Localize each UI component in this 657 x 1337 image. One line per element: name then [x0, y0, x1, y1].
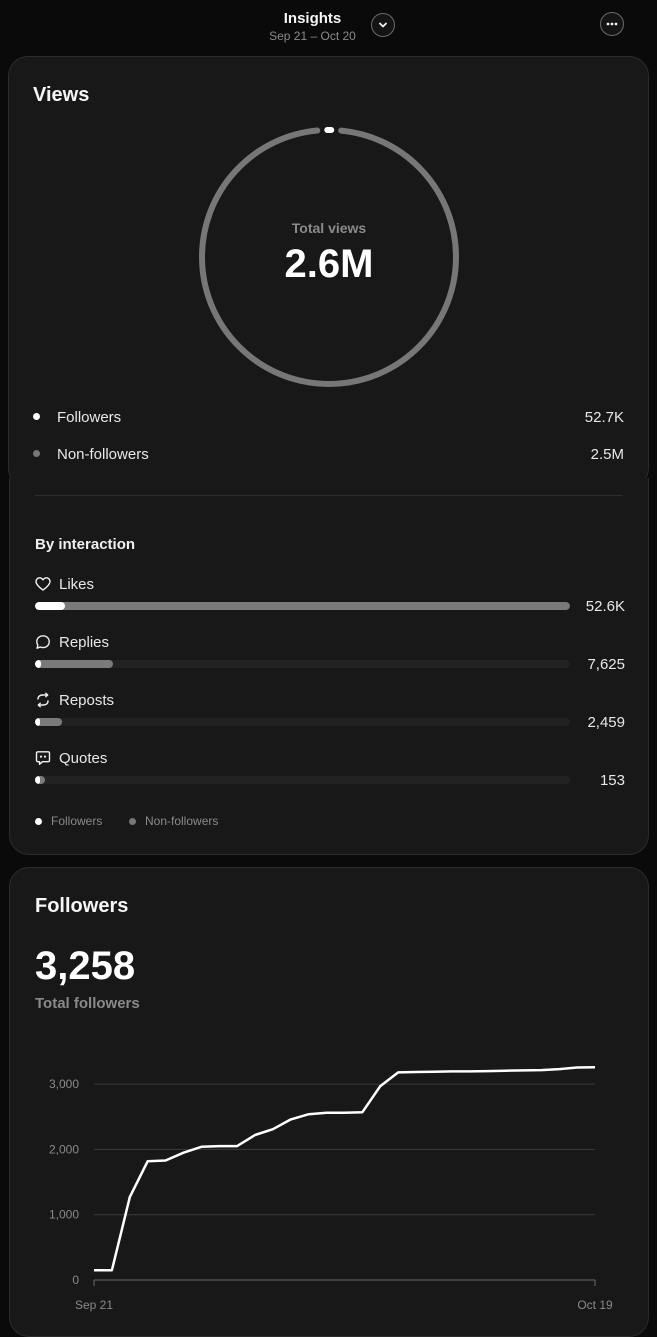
non-followers-bar — [35, 602, 570, 610]
more-icon — [606, 22, 618, 26]
legend-label: Non-followers — [57, 446, 149, 463]
followers-bar — [35, 776, 40, 784]
interaction-title: By interaction — [35, 536, 136, 553]
interaction-label: Quotes — [59, 750, 108, 767]
followers-bar — [35, 660, 41, 668]
interaction-value: 153 — [599, 772, 625, 789]
interaction-label: Reposts — [59, 692, 115, 709]
legend-label: Followers — [57, 409, 122, 426]
followers-bar — [35, 602, 65, 610]
legend-followers: Followers 52.7K — [33, 409, 624, 429]
interaction-label: Replies — [59, 634, 110, 651]
reply-icon — [36, 635, 50, 649]
page-title: Insights — [283, 10, 342, 27]
interaction-row-quotes: Quotes 153 — [35, 750, 625, 790]
interaction-row-likes: Likes 52.6K — [35, 576, 625, 616]
views-card: Views Total views 2.6M Followers 52.7K N… — [8, 56, 649, 488]
legend-value: 52.7K — [584, 409, 624, 426]
heart-icon — [35, 577, 51, 591]
legend-non-followers: Non-followers 2.5M — [33, 446, 624, 466]
legend-label: Non-followers — [145, 814, 219, 828]
legend-dot — [35, 818, 42, 825]
non-followers-bar — [35, 660, 113, 668]
date-range: Sep 21 – Oct 20 — [269, 29, 356, 43]
x-tick-label-start: Sep 21 — [75, 1298, 113, 1312]
top-bar: Insights Sep 21 – Oct 20 — [0, 0, 657, 50]
interaction-label: Likes — [59, 576, 95, 593]
interaction-bar-track — [35, 776, 570, 784]
legend-dot — [129, 818, 136, 825]
interaction-value: 2,459 — [587, 714, 625, 731]
y-tick-label: 2,000 — [49, 1142, 79, 1156]
followers-card: Followers 3,258 Total followers 0 1,000 2,… — [9, 867, 649, 1337]
interaction-bar-track — [35, 602, 570, 610]
legend-dot — [33, 450, 40, 457]
legend-dot — [33, 413, 40, 420]
total-views-value: 2.6M — [284, 242, 374, 286]
followers-line-chart: 0 1,000 2,000 3,000 Sep 21 Oct 19 — [49, 1066, 613, 1312]
total-views-label: Total views — [291, 220, 367, 236]
x-tick-label-end: Oct 19 — [577, 1298, 613, 1312]
followers-series-line — [94, 1066, 596, 1272]
y-tick-label: 0 — [72, 1273, 79, 1287]
repost-icon — [37, 692, 49, 708]
legend-label: Followers — [51, 814, 103, 828]
interaction-value: 52.6K — [585, 598, 625, 615]
date-range-dropdown-button[interactable] — [371, 13, 395, 37]
chevron-down-icon — [379, 22, 387, 28]
interaction-row-reposts: Reposts 2,459 — [35, 692, 625, 732]
interaction-value: 7,625 — [587, 656, 625, 673]
legend-value: 2.5M — [590, 446, 624, 463]
interaction-bar-track — [35, 718, 570, 726]
y-tick-label: 3,000 — [49, 1077, 79, 1091]
interaction-row-replies: Replies 7,625 — [35, 634, 625, 674]
interaction-bar-track — [35, 660, 570, 668]
views-title: Views — [33, 84, 90, 106]
y-tick-label: 1,000 — [49, 1208, 79, 1222]
followers-bar — [35, 718, 40, 726]
interaction-card: By interaction Likes 52.6K Replies 7,625… — [9, 478, 649, 855]
divider — [35, 495, 623, 496]
more-options-button[interactable] — [600, 12, 624, 36]
quote-icon — [35, 751, 51, 765]
